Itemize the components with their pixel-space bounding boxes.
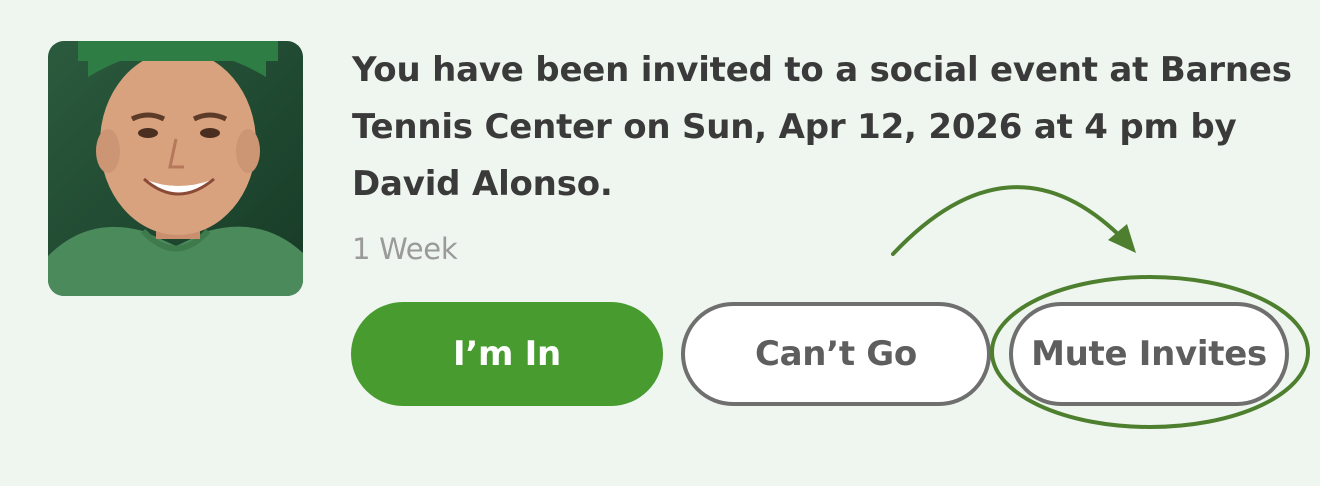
invite-message: You have been invited to a social event …: [352, 50, 1292, 204]
arrow-head-icon: [1108, 224, 1136, 253]
mute-invites-button[interactable]: Mute Invites: [1009, 302, 1289, 406]
cant-go-button[interactable]: Can’t Go: [681, 302, 991, 406]
im-in-button[interactable]: I’m In: [351, 302, 663, 406]
notification-timestamp: 1 Week: [352, 232, 458, 266]
organizer-avatar: [48, 41, 303, 296]
